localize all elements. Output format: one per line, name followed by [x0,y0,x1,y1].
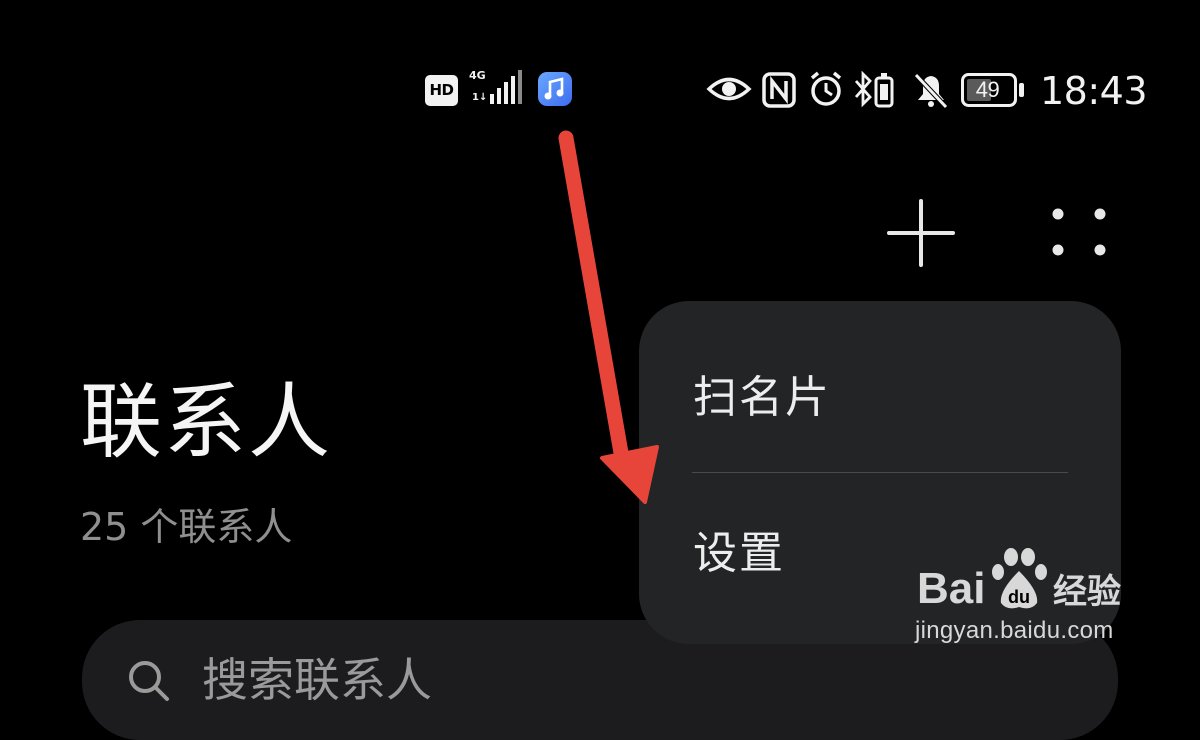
svg-text:du: du [1008,587,1030,607]
signal-strength-icon: 1↓ [472,70,522,104]
hd-badge: HD [425,75,458,106]
more-options-button[interactable] [1044,196,1116,270]
more-dots-icon [1052,208,1106,256]
status-icons-group [706,70,948,109]
search-placeholder: 搜索联系人 [202,653,432,707]
alarm-icon [810,71,842,106]
search-icon [129,661,169,701]
menu-item-label: 设置 [693,528,785,579]
svg-text:Bai: Bai [917,564,985,613]
svg-text:1↓: 1↓ [472,92,487,103]
vibrate-icon [874,73,894,108]
eye-icon [706,77,752,101]
contact-count: 25 个联系人 [80,505,293,549]
svg-text:经验: 经验 [1053,572,1121,612]
plus-icon [887,199,955,267]
menu-divider [692,472,1068,473]
mute-bell-icon [914,73,948,109]
nfc-icon [762,72,796,108]
music-app-icon [538,72,572,106]
status-time: 18:43 [1040,69,1148,113]
page-title: 联系人 [80,375,333,470]
menu-item-label: 扫名片 [693,372,831,423]
watermark-url: jingyan.baidu.com [915,617,1114,644]
baidu-watermark-logo: Bai du 经验 [917,548,1121,613]
add-contact-button[interactable] [884,196,958,270]
menu-item-scan-card[interactable]: 扫名片 [639,323,1121,473]
battery-level-text: 49 [975,77,1000,102]
bluetooth-icon [854,70,872,108]
